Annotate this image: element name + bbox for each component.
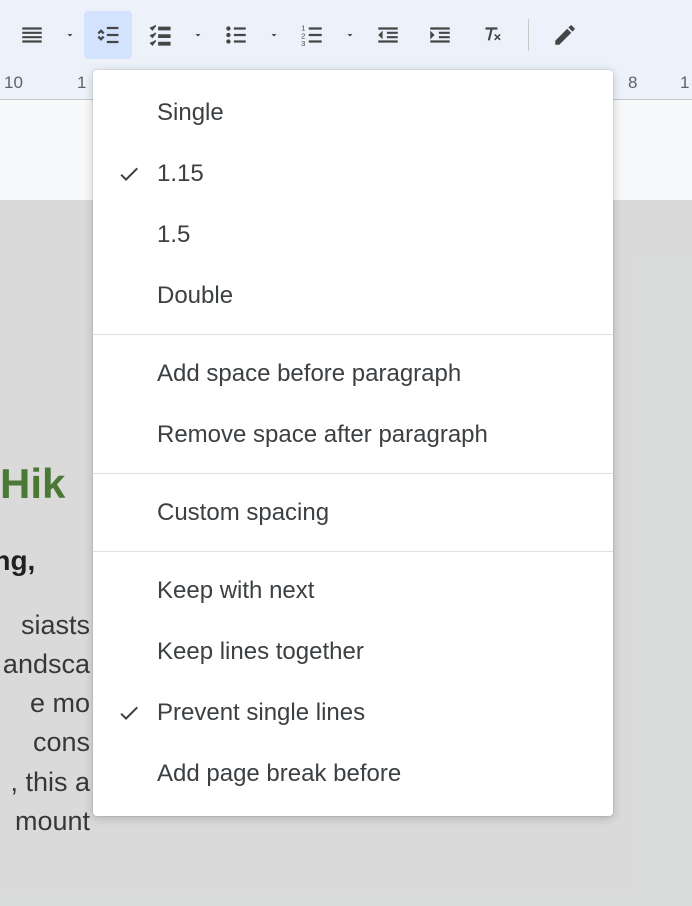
menu-separator	[93, 551, 613, 552]
menu-item-prevent-single-lines[interactable]: Prevent single lines	[93, 682, 613, 743]
line-spacing-button[interactable]	[84, 11, 132, 59]
align-lines-icon	[19, 22, 45, 48]
menu-item-keep-with-next[interactable]: Keep with next	[93, 560, 613, 621]
edit-mode-button[interactable]	[541, 11, 589, 59]
menu-separator	[93, 334, 613, 335]
numbered-list-icon: 123	[299, 22, 325, 48]
outdent-button[interactable]	[364, 11, 412, 59]
indent-button[interactable]	[416, 11, 464, 59]
menu-item-single[interactable]: Single	[93, 82, 613, 143]
numbered-dropdown[interactable]	[340, 11, 360, 59]
menu-item-add-page-break[interactable]: Add page break before	[93, 743, 613, 804]
menu-label: Keep lines together	[149, 638, 589, 666]
ruler-mark: 10	[4, 73, 23, 93]
menu-label: Add page break before	[149, 760, 589, 788]
menu-label: 1.15	[149, 160, 589, 188]
chevron-down-icon	[192, 29, 204, 41]
menu-item-keep-lines-together[interactable]: Keep lines together	[93, 621, 613, 682]
bullet-list-button[interactable]	[212, 11, 260, 59]
menu-label: Remove space after paragraph	[149, 421, 589, 449]
ruler-mark: 8	[628, 73, 637, 93]
menu-item-115[interactable]: 1.15	[93, 143, 613, 204]
bullet-list-icon	[223, 22, 249, 48]
menu-label: Single	[149, 99, 589, 127]
menu-label: Add space before paragraph	[149, 360, 589, 388]
ruler-mark: 1	[77, 73, 86, 93]
numbered-list-button[interactable]: 123	[288, 11, 336, 59]
menu-item-remove-space-after[interactable]: Remove space after paragraph	[93, 404, 613, 465]
chevron-down-icon	[344, 29, 356, 41]
clear-formatting-icon	[479, 22, 505, 48]
menu-label: Custom spacing	[149, 499, 589, 527]
line-spacing-icon	[94, 21, 122, 49]
checklist-dropdown[interactable]	[188, 11, 208, 59]
menu-label: 1.5	[149, 221, 589, 249]
indent-icon	[427, 22, 453, 48]
menu-item-double[interactable]: Double	[93, 265, 613, 326]
pencil-icon	[552, 22, 578, 48]
menu-label: Prevent single lines	[149, 699, 589, 727]
toolbar-separator	[528, 19, 529, 51]
menu-item-15[interactable]: 1.5	[93, 204, 613, 265]
align-button[interactable]	[8, 11, 56, 59]
ruler-mark: 1	[680, 73, 689, 93]
checklist-button[interactable]	[136, 11, 184, 59]
chevron-down-icon	[268, 29, 280, 41]
menu-item-add-space-before[interactable]: Add space before paragraph	[93, 343, 613, 404]
menu-label: Keep with next	[149, 577, 589, 605]
chevron-down-icon	[64, 29, 76, 41]
line-spacing-menu: Single 1.15 1.5 Double Add space before …	[93, 70, 613, 816]
check-icon	[109, 701, 149, 725]
check-icon	[109, 162, 149, 186]
checklist-icon	[147, 22, 173, 48]
toolbar: 123	[0, 0, 692, 70]
align-dropdown[interactable]	[60, 11, 80, 59]
menu-separator	[93, 473, 613, 474]
bullet-dropdown[interactable]	[264, 11, 284, 59]
svg-text:3: 3	[301, 39, 305, 48]
clear-formatting-button[interactable]	[468, 11, 516, 59]
menu-label: Double	[149, 282, 589, 310]
menu-item-custom-spacing[interactable]: Custom spacing	[93, 482, 613, 543]
outdent-icon	[375, 22, 401, 48]
